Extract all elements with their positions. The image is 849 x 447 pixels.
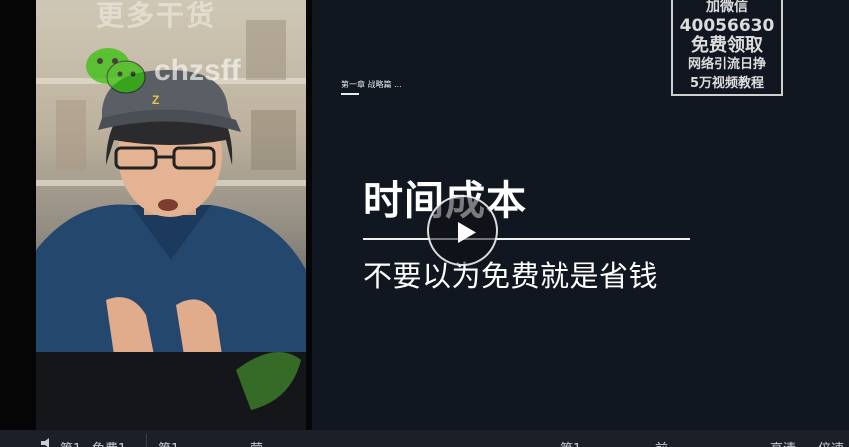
promo-line: 免费领取 xyxy=(691,35,763,56)
promo-line: 40056630 xyxy=(679,16,775,36)
promo-line: 网络引流日挣 xyxy=(687,57,766,72)
control-item[interactable]: 营 xyxy=(250,438,263,447)
promo-line: 加微信 xyxy=(706,0,748,15)
control-item[interactable]: 第1 xyxy=(560,438,581,447)
watermark-top-text: 更多干货 xyxy=(96,0,217,32)
promo-line: 5万视频教程 xyxy=(689,76,765,91)
control-item[interactable]: 第1 xyxy=(60,438,81,447)
chapter-underline xyxy=(341,93,359,95)
control-item[interactable]: 第1 xyxy=(158,438,179,447)
play-button[interactable] xyxy=(427,195,498,266)
video-player[interactable]: Z 更多干货 chzsff 第一章 战略篇 ... 时间成本 不要以为免费就是省… xyxy=(0,0,849,447)
play-icon xyxy=(458,222,476,243)
volume-icon[interactable] xyxy=(40,438,54,447)
panel-divider xyxy=(306,0,312,430)
control-bar: 第1 免费1 第1 营 第1 前 高清 倍速 xyxy=(0,430,849,447)
control-item[interactable]: 前 xyxy=(655,438,668,447)
wechat-icon xyxy=(86,48,146,94)
title-divider xyxy=(363,238,690,240)
slide-subtitle: 不要以为免费就是省钱 xyxy=(363,259,659,293)
wechat-id: chzsff xyxy=(154,54,241,87)
promo-box: 加微信 40056630 免费领取 网络引流日挣 5万视频教程 xyxy=(671,0,783,96)
left-gutter xyxy=(0,0,36,430)
separator xyxy=(146,434,147,447)
speed-button[interactable]: 倍速 xyxy=(818,438,844,447)
quality-button[interactable]: 高清 xyxy=(770,438,796,447)
presenter-video: Z 更多干货 chzsff xyxy=(36,0,306,430)
control-item[interactable]: 免费1 xyxy=(92,438,126,447)
wechat-watermark: chzsff xyxy=(84,46,241,96)
chapter-label: 第一章 战略篇 ... xyxy=(341,80,402,89)
